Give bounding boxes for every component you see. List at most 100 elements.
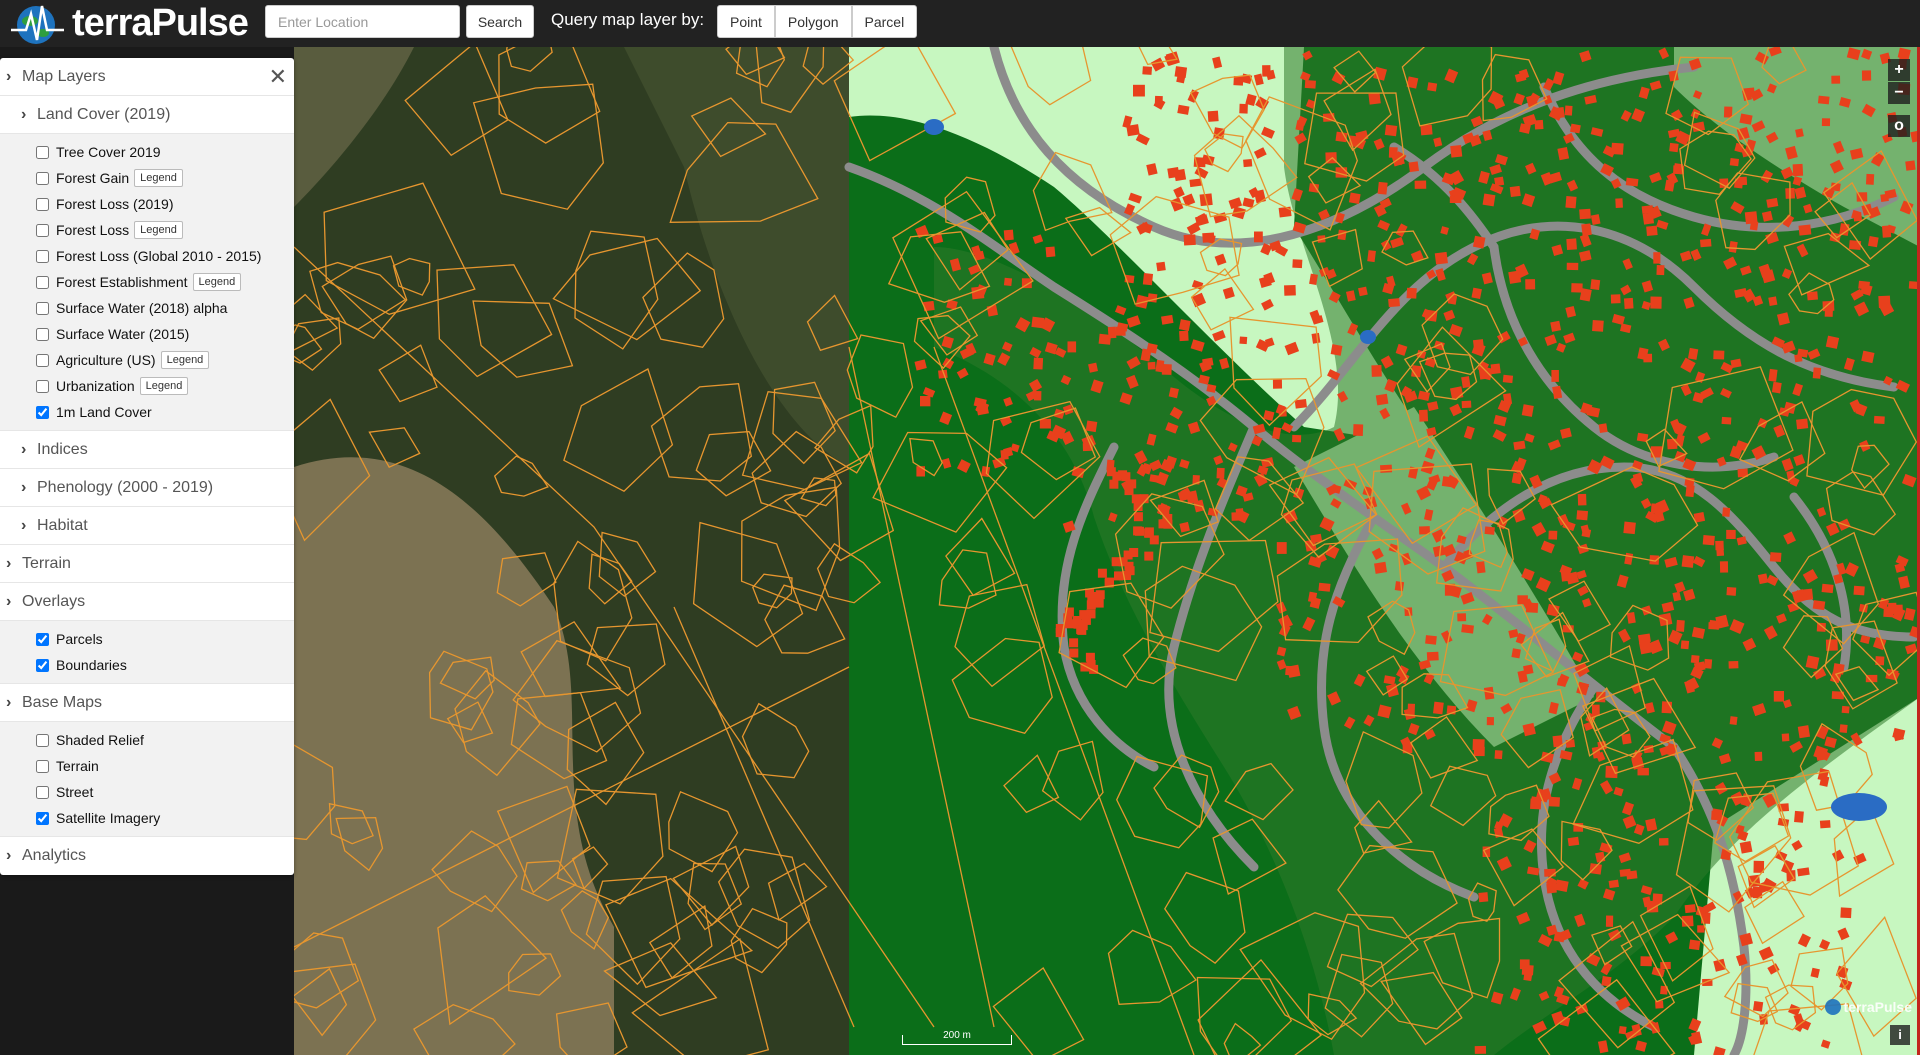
legend-button[interactable]: Legend bbox=[192, 273, 242, 291]
layer-checkbox[interactable] bbox=[36, 785, 49, 799]
section-analytics[interactable]: › Analytics bbox=[0, 837, 294, 875]
section-phenology[interactable]: › Phenology (2000 - 2019) bbox=[0, 469, 294, 507]
building bbox=[1239, 103, 1248, 114]
locate-button[interactable]: o bbox=[1888, 115, 1910, 137]
building bbox=[1589, 863, 1602, 875]
search-button[interactable]: Search bbox=[466, 5, 534, 38]
layer-label: Surface Water (2018) alpha bbox=[56, 300, 228, 316]
building bbox=[1358, 286, 1368, 297]
layer-item[interactable]: Boundaries bbox=[36, 652, 294, 678]
layer-item[interactable]: Satellite Imagery bbox=[36, 805, 294, 831]
layer-checkbox[interactable] bbox=[36, 275, 49, 289]
layer-item[interactable]: Parcels bbox=[36, 626, 294, 652]
section-base-maps[interactable]: › Base Maps bbox=[0, 684, 294, 722]
building bbox=[1123, 550, 1133, 560]
layer-item[interactable]: Shaded Relief bbox=[36, 727, 294, 753]
building bbox=[1623, 297, 1634, 309]
map-canvas[interactable] bbox=[294, 47, 1920, 1055]
layer-item[interactable]: Surface Water (2015) bbox=[36, 321, 294, 347]
legend-button[interactable]: Legend bbox=[134, 169, 183, 187]
building bbox=[1183, 234, 1196, 246]
section-indices[interactable]: › Indices bbox=[0, 431, 294, 469]
layer-label: Forest Loss (Global 2010 - 2015) bbox=[56, 248, 262, 264]
layer-item[interactable]: Street bbox=[36, 779, 294, 805]
building bbox=[1149, 535, 1159, 545]
close-icon[interactable]: ✕ bbox=[269, 66, 287, 88]
layer-checkbox[interactable] bbox=[36, 379, 49, 393]
layer-item[interactable]: Agriculture (US) Legend bbox=[36, 347, 294, 373]
layer-checkbox[interactable] bbox=[36, 353, 49, 367]
building bbox=[1605, 765, 1618, 779]
layer-checkbox[interactable] bbox=[36, 197, 49, 211]
building bbox=[1156, 261, 1166, 272]
building bbox=[1805, 655, 1820, 670]
legend-button[interactable]: Legend bbox=[139, 377, 189, 395]
layer-item[interactable]: Forest Loss Legend bbox=[36, 217, 294, 243]
building bbox=[1720, 849, 1732, 861]
layer-checkbox[interactable] bbox=[36, 632, 49, 646]
layer-checkbox[interactable] bbox=[36, 301, 49, 315]
building bbox=[1794, 810, 1804, 823]
layer-item[interactable]: Surface Water (2018) alpha bbox=[36, 295, 294, 321]
building bbox=[1566, 238, 1577, 251]
layer-checkbox[interactable] bbox=[36, 327, 49, 341]
layer-item[interactable]: 1m Land Cover bbox=[36, 399, 294, 425]
chevron-right-icon: › bbox=[6, 554, 12, 572]
map-layers-header[interactable]: › Map Layers bbox=[0, 58, 294, 96]
layer-item[interactable]: Forest Establishment Legend bbox=[36, 269, 294, 295]
section-terrain[interactable]: › Terrain bbox=[0, 545, 294, 583]
building bbox=[1425, 635, 1437, 645]
layer-checkbox[interactable] bbox=[36, 171, 49, 185]
layer-item[interactable]: Tree Cover 2019 bbox=[36, 139, 294, 165]
building bbox=[1069, 638, 1079, 648]
layer-item[interactable]: Urbanization Legend bbox=[36, 373, 294, 399]
building bbox=[920, 396, 931, 407]
zoom-out-button[interactable]: − bbox=[1888, 82, 1910, 104]
building bbox=[1817, 95, 1830, 105]
building bbox=[1681, 555, 1695, 568]
building bbox=[1768, 368, 1778, 382]
section-overlays[interactable]: › Overlays bbox=[0, 583, 294, 621]
layer-item[interactable]: Forest Loss (2019) bbox=[36, 191, 294, 217]
building bbox=[1570, 123, 1581, 134]
section-land-cover[interactable]: › Land Cover (2019) bbox=[0, 96, 294, 134]
layer-checkbox[interactable] bbox=[36, 733, 49, 747]
building bbox=[1656, 264, 1665, 276]
chevron-right-icon: › bbox=[21, 440, 27, 458]
query-polygon-button[interactable]: Polygon bbox=[774, 5, 852, 38]
layer-checkbox[interactable] bbox=[36, 811, 49, 825]
building bbox=[1623, 521, 1636, 535]
legend-button[interactable]: Legend bbox=[134, 221, 183, 239]
layer-item[interactable]: Terrain bbox=[36, 753, 294, 779]
logo[interactable]: terraPulse bbox=[6, 0, 249, 47]
layer-checkbox[interactable] bbox=[36, 658, 49, 672]
building bbox=[1841, 705, 1850, 714]
building bbox=[1098, 333, 1112, 345]
building bbox=[1124, 486, 1134, 496]
analytics-title: Analytics bbox=[22, 847, 87, 864]
building bbox=[1659, 838, 1669, 846]
watermark-logo-icon bbox=[1824, 999, 1841, 1015]
layer-checkbox[interactable] bbox=[36, 405, 49, 419]
section-habitat[interactable]: › Habitat bbox=[0, 507, 294, 545]
layer-checkbox[interactable] bbox=[36, 249, 49, 263]
layer-checkbox[interactable] bbox=[36, 759, 49, 773]
phenology-title: Phenology (2000 - 2019) bbox=[37, 478, 214, 496]
layer-checkbox[interactable] bbox=[36, 223, 49, 237]
building bbox=[1147, 361, 1156, 370]
building bbox=[1825, 335, 1840, 349]
query-point-button[interactable]: Point bbox=[717, 5, 775, 38]
map-view[interactable]: + − o 200 m terraPulse i bbox=[294, 47, 1920, 1055]
building bbox=[1484, 526, 1495, 535]
layer-item[interactable]: Forest Gain Legend bbox=[36, 165, 294, 191]
building bbox=[1330, 344, 1343, 356]
layer-checkbox[interactable] bbox=[36, 145, 49, 159]
info-button[interactable]: i bbox=[1890, 1025, 1910, 1045]
building bbox=[1067, 341, 1077, 353]
zoom-in-button[interactable]: + bbox=[1888, 59, 1910, 81]
query-parcel-button[interactable]: Parcel bbox=[851, 5, 918, 38]
legend-button[interactable]: Legend bbox=[160, 351, 210, 369]
building bbox=[1311, 332, 1321, 344]
location-search-input[interactable] bbox=[265, 5, 460, 38]
layer-item[interactable]: Forest Loss (Global 2010 - 2015) bbox=[36, 243, 294, 269]
